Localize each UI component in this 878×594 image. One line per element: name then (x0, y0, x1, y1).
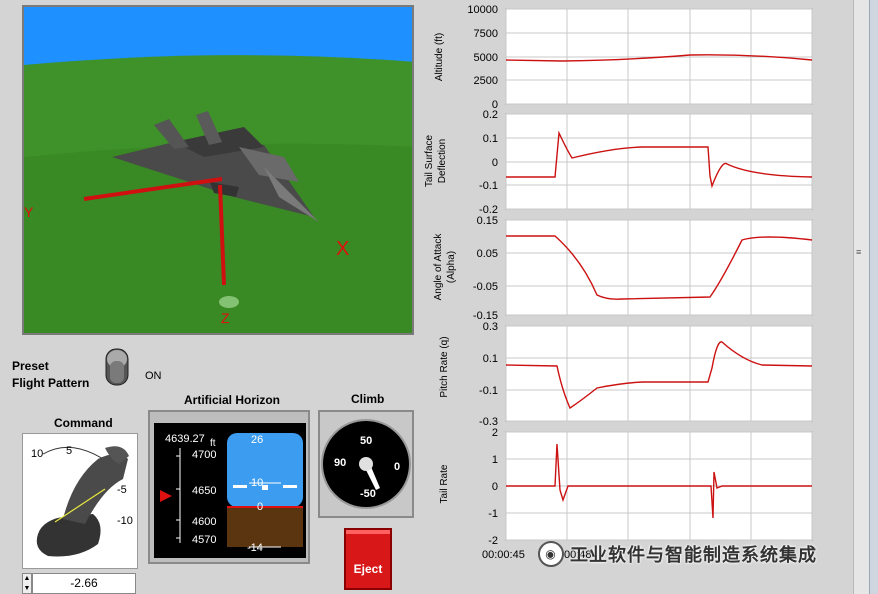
command-scale-10: 10 (31, 448, 43, 460)
chart-3-tick-0: 0.3 (483, 321, 498, 333)
alt-tick-4650: 4650 (192, 485, 216, 497)
aircraft-scene: X Y Z (24, 55, 412, 333)
chart-4-tick-0: 2 (492, 427, 498, 439)
tail-deflection-axis-label-2: Deflection (437, 139, 448, 183)
chart-2-tick-0: 0.15 (477, 215, 498, 227)
pitch-rate-axis-label: Pitch Rate (q) (439, 336, 450, 397)
chart-3-tick-1: 0.1 (483, 353, 498, 365)
chart-2-tick-1: 0.05 (477, 248, 498, 260)
flight-3d-view[interactable]: X Y Z (22, 5, 414, 335)
vertical-scrollbar[interactable] (853, 0, 869, 594)
alt-tick-4600: 4600 (192, 516, 216, 528)
climb-label-90: 90 (334, 457, 346, 469)
telemetry-charts: Altitude (ft) Tail Surface Deflection An… (422, 0, 854, 594)
chart-1-tick-3: -0.1 (479, 180, 498, 192)
axis-y-label: Y (24, 204, 34, 220)
aoa-axis-label-1: Angle of Attack (433, 233, 444, 301)
climb-label-neg50: -50 (360, 488, 376, 500)
alt-tick-4570: 4570 (192, 534, 216, 546)
horizon-title: Artificial Horizon (184, 393, 281, 407)
joystick-icon (36, 446, 129, 557)
chart-4-tick-4: -2 (488, 535, 498, 547)
chart-0-tick-0: 10000 (467, 4, 498, 16)
window-edge (869, 0, 878, 594)
command-stepper[interactable]: ▲ ▼ (22, 573, 32, 594)
aoa-axis-label-2: (Alpha) (446, 251, 457, 283)
chart-1-tick-1: 0.1 (483, 133, 498, 145)
command-scale-neg5: -5 (117, 484, 127, 496)
eject-button[interactable]: Eject (344, 528, 392, 590)
chart-0-tick-2: 5000 (474, 52, 498, 64)
pitch-label-0: 0 (257, 501, 263, 513)
attitude-indicator: 26 10 0 -14 (227, 433, 303, 554)
tail-rate-axis-label: Tail Rate (439, 464, 450, 503)
preset-flight-pattern-toggle[interactable] (102, 347, 132, 387)
wechat-icon: ◉ (538, 541, 564, 567)
climb-gauge: 50 90 0 -50 (321, 419, 411, 509)
climb-label-0: 0 (394, 461, 400, 473)
alt-tick-4700: 4700 (192, 449, 216, 461)
climb-gauge-frame: 50 90 0 -50 (318, 410, 414, 518)
chart-pitch-rate: Pitch Rate (q) (439, 325, 813, 422)
altitude-unit: ft (210, 438, 216, 449)
tail-deflection-axis-label-1: Tail Surface (424, 134, 435, 187)
chart-0-tick-1: 7500 (474, 28, 498, 40)
command-value-field[interactable]: -2.66 (32, 573, 136, 594)
chart-3-tick-2: -0.1 (479, 385, 498, 397)
time-tick-start: 00:00:45 (482, 549, 525, 561)
preset-label: Preset (12, 359, 49, 373)
chart-1-tick-0: 0.2 (483, 109, 498, 121)
pitch-label-10: 10 (251, 477, 263, 489)
climb-label-50: 50 (360, 435, 372, 447)
watermark: ◉ 工业软件与智能制造系统集成 (538, 541, 817, 567)
command-scale-5: 5 (66, 445, 72, 457)
climb-title: Climb (351, 392, 385, 406)
altitude-pointer (160, 490, 172, 502)
command-title: Command (54, 416, 113, 430)
chart-0-tick-3: 2500 (474, 75, 498, 87)
chart-2-tick-2: -0.05 (473, 281, 498, 293)
command-joystick[interactable]: 10 5 0 -5 -10 (22, 433, 138, 569)
altitude-axis-label: Altitude (ft) (434, 33, 445, 81)
watermark-text: 工业软件与智能制造系统集成 (570, 545, 817, 565)
artificial-horizon: 4639.27 ft 4700 4650 4600 4570 26 10 0 -… (154, 423, 306, 558)
chart-4-tick-3: -1 (488, 508, 498, 520)
scroll-grip-icon[interactable]: ≡ (856, 248, 864, 257)
command-scale-neg10: -10 (117, 515, 133, 527)
chart-4-tick-1: 1 (492, 454, 498, 466)
axis-x-label: X (336, 238, 349, 260)
toggle-state-label: ON (145, 370, 162, 382)
chart-angle-of-attack: Angle of Attack (Alpha) (433, 219, 813, 316)
pitch-label-neg14: -14 (247, 542, 263, 554)
pitch-label-26: 26 (251, 434, 263, 446)
chart-1-tick-2: 0 (492, 157, 498, 169)
altitude-readout: 4639.27 (165, 433, 205, 445)
flight-pattern-label: Flight Pattern (12, 376, 90, 390)
chart-4-tick-2: 0 (492, 481, 498, 493)
axis-z-label: Z (221, 310, 230, 326)
